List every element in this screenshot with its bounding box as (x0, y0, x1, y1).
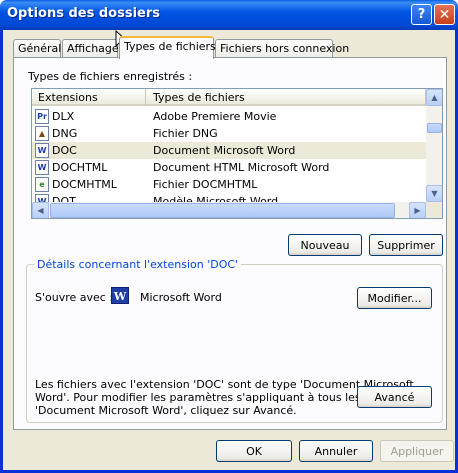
list-item[interactable]: e DOCMHTML Fichier DOCMHTML (32, 176, 426, 193)
row-extension: DNG (52, 127, 78, 140)
close-button[interactable]: ✕ (434, 4, 455, 25)
tab-types-de-fichiers[interactable]: Types de fichiers (119, 36, 216, 59)
tab-affichage[interactable]: Affichage (62, 39, 119, 58)
list-item-selected[interactable]: W DOC Document Microsoft Word (32, 142, 426, 159)
tab-panel: Types de fichiers enregistrés : Extensio… (13, 57, 447, 430)
scrollbar-corner (426, 202, 442, 218)
title-bar[interactable]: Options des dossiers ? ✕ (0, 0, 458, 30)
row-extension: DOCHTML (52, 161, 108, 174)
chevron-right-icon: ▶ (414, 206, 421, 215)
tab-general[interactable]: Général (13, 39, 61, 58)
horizontal-scroll-thumb[interactable] (50, 203, 395, 218)
file-types-list[interactable]: Extensions Types de fichiers Pr DLX Adob… (31, 88, 443, 219)
chevron-up-icon: ▲ (431, 93, 438, 102)
word-file-icon: W (35, 160, 49, 175)
app-name: Microsoft Word (140, 291, 222, 304)
scroll-right-button[interactable]: ▶ (409, 202, 426, 218)
horizontal-scrollbar[interactable]: ◀ ▶ (32, 202, 426, 218)
apply-button[interactable]: Appliquer (380, 440, 454, 462)
vertical-scroll-thumb[interactable] (427, 123, 442, 133)
scroll-left-button[interactable]: ◀ (32, 202, 49, 218)
image-file-icon: ▲ (35, 126, 49, 141)
ok-button[interactable]: OK (216, 440, 292, 462)
row-type: Fichier DOCMHTML (153, 178, 258, 191)
modify-button[interactable]: Modifier... (357, 287, 432, 309)
web-file-icon: e (35, 177, 49, 192)
extension-details-group: Détails concernant l'extension 'DOC' S'o… (26, 258, 443, 423)
row-extension: DLX (52, 110, 75, 123)
word-file-icon: W (35, 143, 49, 158)
list-item[interactable]: W DOCHTML Document HTML Microsoft Word (32, 159, 426, 176)
column-file-types[interactable]: Types de fichiers (147, 89, 426, 106)
chevron-down-icon: ▼ (431, 189, 438, 198)
opens-with-label: S'ouvre avec : (35, 291, 114, 304)
scroll-down-button[interactable]: ▼ (426, 185, 442, 202)
scroll-up-button[interactable]: ▲ (426, 89, 442, 106)
list-item[interactable]: ▲ DNG Fichier DNG (32, 125, 426, 142)
close-icon: ✕ (438, 6, 451, 23)
help-button[interactable]: ? (411, 4, 432, 25)
new-button[interactable]: Nouveau (288, 234, 362, 256)
row-extension: DOC (52, 144, 77, 157)
tab-fichiers-hors-connexion[interactable]: Fichiers hors connexion (215, 39, 349, 58)
cancel-button[interactable]: Annuler (299, 440, 373, 462)
row-type: Document Microsoft Word (153, 144, 296, 157)
vertical-scrollbar[interactable]: ▲ ▼ (426, 89, 442, 202)
group-title: Détails concernant l'extension 'DOC' (34, 258, 242, 271)
advanced-button[interactable]: Avancé (357, 386, 432, 408)
window-title: Options des dossiers (7, 6, 160, 21)
row-type: Adobe Premiere Movie (153, 110, 277, 123)
folder-options-dialog: Options des dossiers ? ✕ Général Afficha… (0, 0, 458, 473)
row-type: Document HTML Microsoft Word (153, 161, 330, 174)
delete-button[interactable]: Supprimer (369, 234, 443, 256)
premiere-file-icon: Pr (35, 109, 49, 124)
list-item[interactable]: Pr DLX Adobe Premiere Movie (32, 108, 426, 125)
help-icon: ? (417, 7, 426, 22)
list-header: Extensions Types de fichiers (32, 89, 426, 106)
row-type: Fichier DNG (153, 127, 218, 140)
registered-types-label: Types de fichiers enregistrés : (28, 70, 193, 83)
word-app-icon: W (111, 287, 129, 304)
chevron-left-icon: ◀ (37, 206, 44, 215)
row-extension: DOCMHTML (52, 178, 117, 191)
column-extensions[interactable]: Extensions (32, 89, 146, 106)
